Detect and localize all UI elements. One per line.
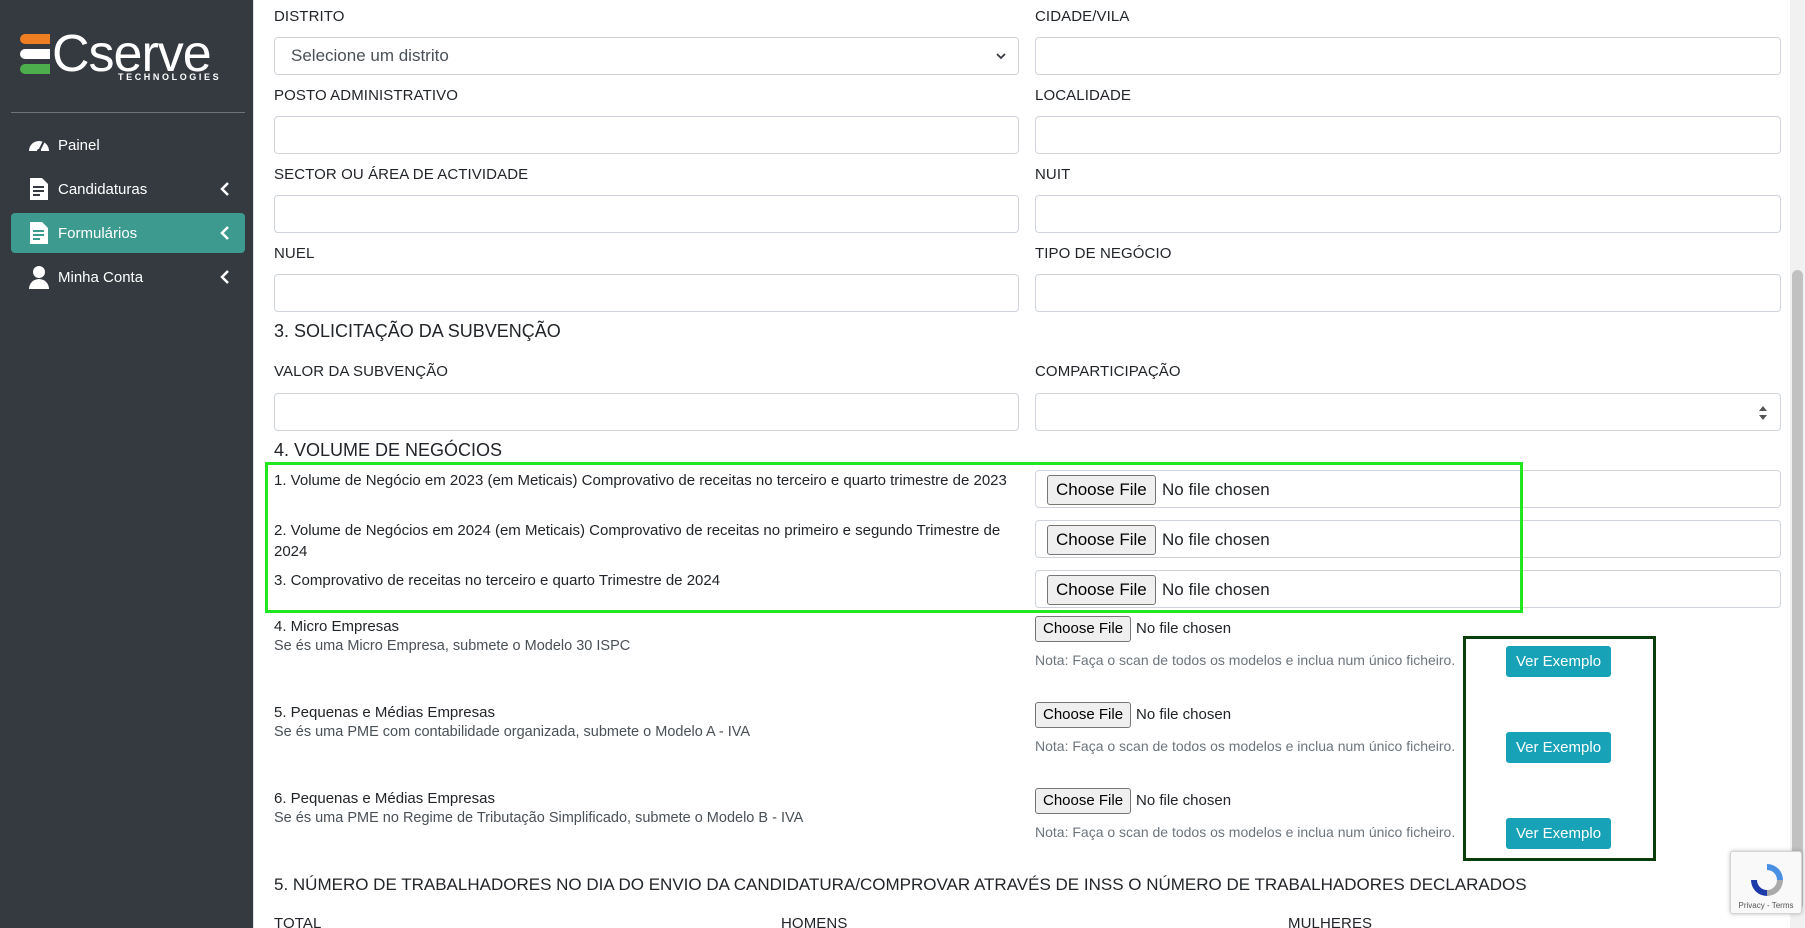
nuel-label: NUEL (274, 245, 315, 262)
cidade-input[interactable] (1035, 37, 1781, 75)
nuit-input[interactable] (1035, 195, 1781, 233)
sidebar-item-label: Minha Conta (58, 268, 144, 286)
choose-file-button[interactable]: Choose File (1035, 788, 1132, 814)
sidebar-item-painel[interactable]: Painel (11, 125, 245, 165)
note-text: Nota: Faça o scan de todos os modelos e … (1035, 652, 1456, 668)
tipo-negocio-label: TIPO DE NEGÓCIO (1035, 245, 1172, 262)
distrito-select-value: Selecione um distrito (291, 46, 449, 65)
nuel-input[interactable] (274, 274, 1019, 312)
section-3-title: 3. SOLICITAÇÃO DA SUBVENÇÃO (274, 321, 561, 341)
recaptcha-icon (1751, 864, 1783, 896)
section-5-title: 5. NÚMERO DE TRABALHADORES NO DIA DO ENV… (274, 875, 1527, 894)
localidade-input[interactable] (1035, 116, 1781, 154)
recaptcha-badge[interactable]: Privacy - Terms (1730, 851, 1802, 914)
pme-desc-1: Se és uma PME com contabilidade organiza… (274, 724, 751, 740)
homens-label: HOMENS (781, 915, 848, 928)
logo-mark-icon (20, 34, 52, 76)
scrollbar-thumb[interactable] (1792, 270, 1803, 910)
sidebar: Cserve TECHNOLOGIES Painel Candidaturas … (0, 0, 253, 928)
gauge-icon (26, 132, 52, 158)
sidebar-item-formularios[interactable]: Formulários (11, 213, 245, 253)
sidebar-item-label: Formulários (58, 224, 138, 242)
valor-input[interactable] (274, 393, 1019, 431)
distrito-label: DISTRITO (274, 8, 345, 25)
sidebar-divider (11, 112, 245, 113)
choose-file-button[interactable]: Choose File (1035, 616, 1132, 642)
comparticipacao-input[interactable] (1035, 393, 1781, 431)
sidebar-item-minha-conta[interactable]: Minha Conta (11, 257, 245, 297)
no-file-text: No file chosen (1136, 706, 1232, 723)
distrito-select[interactable]: Selecione um distrito (274, 37, 1019, 75)
recaptcha-text[interactable]: Privacy - Terms (1731, 901, 1801, 910)
sidebar-item-label: Candidaturas (58, 180, 148, 198)
user-icon (26, 264, 52, 290)
sector-label: SECTOR OU ÁREA DE ACTIVIDADE (274, 166, 529, 183)
highlight-box (265, 462, 1523, 613)
chevron-down-icon (996, 53, 1006, 60)
micro-empresas-desc: Se és uma Micro Empresa, submete o Model… (274, 638, 631, 654)
valor-label: VALOR DA SUBVENÇÃO (274, 363, 449, 380)
highlight-box (1463, 636, 1656, 861)
total-label: TOTAL (274, 915, 322, 928)
brand-sub: TECHNOLOGIES (118, 72, 222, 82)
pme-title-1: 5. Pequenas e Médias Empresas (274, 704, 495, 721)
tipo-negocio-input[interactable] (1035, 274, 1781, 312)
localidade-label: LOCALIDADE (1035, 87, 1132, 104)
no-file-text: No file chosen (1136, 620, 1232, 637)
sidebar-item-label: Painel (58, 136, 100, 154)
scrollbar[interactable] (1790, 0, 1805, 928)
pme-title-2: 6. Pequenas e Médias Empresas (274, 790, 495, 807)
nuit-label: NUIT (1035, 166, 1071, 183)
sector-input[interactable] (274, 195, 1019, 233)
chevron-left-icon (220, 182, 229, 196)
document-icon (26, 220, 52, 246)
sidebar-nav: Painel Candidaturas Formulários Minha Co… (11, 125, 245, 301)
logo[interactable]: Cserve TECHNOLOGIES (20, 25, 222, 88)
spinner-icon[interactable] (1758, 404, 1768, 422)
note-text: Nota: Faça o scan de todos os modelos e … (1035, 738, 1456, 754)
note-text: Nota: Faça o scan de todos os modelos e … (1035, 824, 1456, 840)
cidade-label: CIDADE/VILA (1035, 8, 1130, 25)
main-content: DISTRITO Selecione um distrito CIDADE/VI… (253, 0, 1805, 928)
micro-empresas-title: 4. Micro Empresas (274, 618, 400, 635)
document-icon (26, 176, 52, 202)
section-4-title: 4. VOLUME DE NEGÓCIOS (274, 440, 503, 460)
no-file-text: No file chosen (1136, 792, 1232, 809)
sidebar-item-candidaturas[interactable]: Candidaturas (11, 169, 245, 209)
chevron-left-icon (220, 270, 229, 284)
posto-input[interactable] (274, 116, 1019, 154)
mulheres-label: MULHERES (1288, 915, 1373, 928)
choose-file-button[interactable]: Choose File (1035, 702, 1132, 728)
pme-desc-2: Se és uma PME no Regime de Tributação Si… (274, 810, 804, 826)
comparticipacao-label: COMPARTICIPAÇÃO (1035, 363, 1181, 380)
chevron-left-icon (220, 226, 229, 240)
posto-label: POSTO ADMINISTRATIVO (274, 87, 458, 104)
